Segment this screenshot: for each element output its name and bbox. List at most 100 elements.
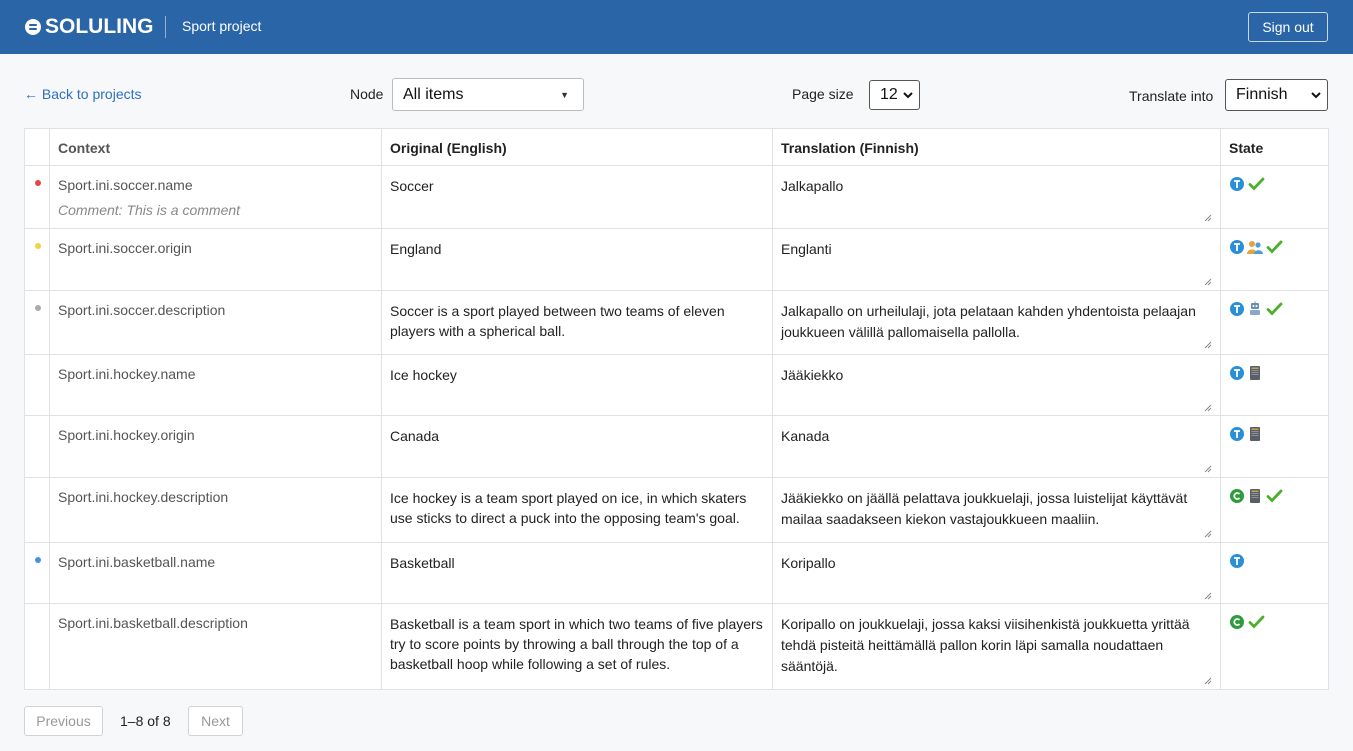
check-icon — [1265, 301, 1283, 317]
state-icons — [1229, 488, 1328, 504]
t-icon — [1229, 426, 1245, 442]
translation-textarea[interactable]: Jääkiekko — [777, 359, 1214, 412]
status-marker-cell — [24, 228, 50, 291]
state-cell — [1220, 477, 1329, 543]
page-size-select[interactable]: 12 — [869, 80, 920, 110]
table-row: Sport.ini.soccer.name Comment: This is a … — [24, 165, 1329, 229]
top-bar: SOLULING Sport project Sign out — [0, 0, 1353, 54]
table-header-row: Context Original (English) Translation (… — [24, 128, 1329, 166]
translation-textarea[interactable]: Englanti — [777, 233, 1214, 286]
context-cell: Sport.ini.hockey.origin — [49, 415, 382, 478]
translation-cell: Englanti — [772, 228, 1221, 291]
resize-grip-icon[interactable] — [1204, 585, 1212, 600]
context-key: Sport.ini.soccer.description — [58, 302, 226, 318]
state-icons — [1229, 239, 1328, 255]
brand-name: SOLULING — [45, 15, 154, 38]
status-dot-icon — [35, 305, 41, 311]
state-cell — [1220, 228, 1329, 291]
state-icons — [1229, 614, 1328, 630]
original-text-cell: England — [381, 228, 773, 291]
resize-grip-icon[interactable] — [1204, 458, 1212, 473]
translation-textarea[interactable]: Koripallo — [777, 547, 1214, 600]
back-to-projects-link[interactable]: ← Back to projects — [24, 86, 142, 102]
translation-text: Jääkiekko — [781, 367, 844, 383]
t-icon — [1229, 365, 1245, 381]
chevron-down-icon — [903, 89, 913, 101]
translation-textarea[interactable]: Jääkiekko on jäällä pelattava joukkuelaj… — [777, 482, 1214, 538]
state-cell — [1220, 542, 1329, 604]
translate-language-value: Finnish — [1236, 86, 1288, 103]
status-marker-cell — [24, 290, 50, 355]
resize-grip-icon[interactable] — [1204, 670, 1212, 685]
resize-grip-icon[interactable] — [1204, 397, 1212, 412]
status-marker-cell — [24, 603, 50, 690]
status-marker-cell — [24, 415, 50, 478]
translation-textarea[interactable]: Kanada — [777, 420, 1214, 473]
translation-textarea[interactable]: Koripallo on joukkuelaji, jossa kaksi vi… — [777, 608, 1214, 685]
check-icon — [1247, 176, 1265, 192]
translation-cell: Kanada — [772, 415, 1221, 478]
state-icons — [1229, 301, 1328, 317]
status-dot-icon — [35, 243, 41, 249]
context-cell: Sport.ini.hockey.name — [49, 354, 382, 416]
context-key: Sport.ini.soccer.origin — [58, 240, 192, 256]
next-page-button[interactable]: Next — [188, 706, 243, 736]
translate-into-label: Translate into — [1129, 88, 1214, 104]
state-cell — [1220, 603, 1329, 690]
status-marker-cell — [24, 354, 50, 416]
context-column-header: Context — [49, 128, 382, 166]
context-key: Sport.ini.hockey.description — [58, 489, 229, 505]
status-marker-cell — [24, 477, 50, 543]
chevron-down-icon — [1311, 89, 1321, 101]
context-comment: Comment: This is a comment — [58, 202, 241, 218]
translation-cell: Jalkapallo — [772, 165, 1221, 229]
original-text-cell: Ice hockey — [381, 354, 773, 416]
node-select[interactable]: All items ▼ — [392, 78, 584, 111]
context-key: Sport.ini.hockey.name — [58, 366, 196, 382]
translation-cell: Jääkiekko on jäällä pelattava joukkuelaj… — [772, 477, 1221, 543]
status-dot-icon — [35, 180, 41, 186]
resize-grip-icon[interactable] — [1204, 523, 1212, 538]
caret-down-icon: ▼ — [560, 90, 569, 100]
check-icon — [1247, 614, 1265, 630]
check-icon — [1265, 239, 1283, 255]
brand-logo[interactable]: SOLULING — [25, 15, 154, 39]
status-marker-cell — [24, 542, 50, 604]
context-key: Sport.ini.basketball.name — [58, 554, 216, 570]
translation-column-header: Translation (Finnish) — [772, 128, 1221, 166]
context-cell: Sport.ini.soccer.name Comment: This is a … — [49, 165, 382, 229]
previous-page-button[interactable]: Previous — [24, 706, 103, 736]
table-row: Sport.ini.hockey.origin Canada Kanada — [24, 415, 1329, 478]
robot-icon — [1247, 301, 1263, 317]
node-select-value: All items — [403, 85, 464, 103]
original-text-cell: Canada — [381, 415, 773, 478]
table-row: Sport.ini.basketball.description Basketba… — [24, 603, 1329, 690]
sign-out-button[interactable]: Sign out — [1248, 12, 1328, 42]
memory-icon — [1247, 488, 1263, 504]
resize-grip-icon[interactable] — [1204, 334, 1212, 349]
t-icon — [1229, 239, 1245, 255]
node-label: Node — [350, 86, 384, 102]
state-column-header: State — [1220, 128, 1329, 166]
translation-textarea[interactable]: Jalkapallo — [777, 170, 1214, 222]
context-key: Sport.ini.basketball.description — [58, 615, 248, 631]
original-column-header: Original (English) — [381, 128, 773, 166]
pagination-info: 1–8 of 8 — [120, 713, 171, 729]
t-icon — [1229, 301, 1245, 317]
resize-grip-icon[interactable] — [1204, 207, 1212, 222]
translation-text: Jalkapallo — [781, 178, 844, 194]
state-icons — [1229, 176, 1328, 192]
translation-cell: Koripallo on joukkuelaji, jossa kaksi vi… — [772, 603, 1221, 690]
translate-language-select[interactable]: Finnish — [1225, 79, 1328, 111]
original-text-cell: Basketball is a team sport in which two … — [381, 603, 773, 690]
c-icon — [1229, 614, 1245, 630]
resize-grip-icon[interactable] — [1204, 271, 1212, 286]
c-icon — [1229, 488, 1245, 504]
header-divider — [165, 16, 166, 38]
t-icon — [1229, 176, 1245, 192]
state-cell — [1220, 354, 1329, 416]
logo-icon — [25, 19, 41, 35]
state-cell — [1220, 415, 1329, 478]
translation-textarea[interactable]: Jalkapallo on urheilulaji, jota pelataan… — [777, 295, 1214, 349]
original-text-cell: Ice hockey is a team sport played on ice… — [381, 477, 773, 543]
